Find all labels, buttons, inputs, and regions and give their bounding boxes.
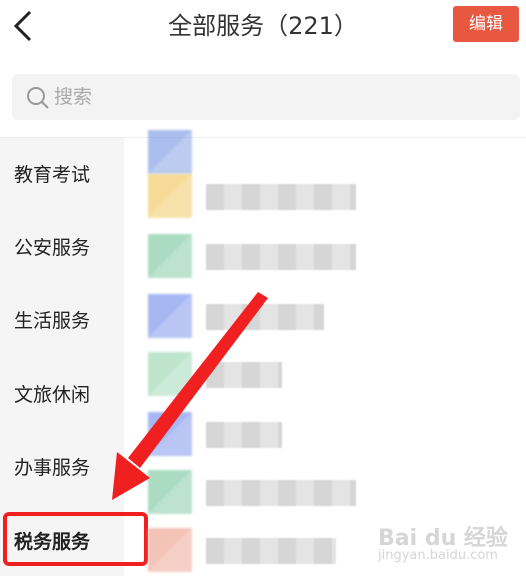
service-icon <box>148 234 192 278</box>
page-title: 全部服务（221） <box>168 12 358 40</box>
service-item[interactable] <box>124 168 526 230</box>
service-name <box>206 422 282 448</box>
service-name <box>206 480 356 506</box>
service-name <box>206 304 324 330</box>
watermark: Bai du 经验 jingyan.baidu.com <box>378 520 508 563</box>
service-item[interactable] <box>124 288 526 350</box>
service-item[interactable] <box>124 346 526 408</box>
sidebar-item-life[interactable]: 生活服务 <box>14 306 124 336</box>
edit-button[interactable]: 编辑 <box>453 6 519 42</box>
service-item[interactable] <box>124 406 526 468</box>
sidebar-item-culture-travel[interactable]: 文旅休闲 <box>14 380 124 410</box>
header: 全部服务（221） 编辑 <box>0 0 526 52</box>
sidebar-item-affairs[interactable]: 办事服务 <box>14 453 124 483</box>
service-name <box>206 538 336 564</box>
search-placeholder: 搜索 <box>54 86 93 108</box>
service-icon <box>148 412 192 456</box>
sidebar-item-education[interactable]: 教育考试 <box>14 160 124 190</box>
category-sidebar <box>0 138 124 576</box>
service-name <box>206 244 356 270</box>
service-icon <box>148 174 192 218</box>
service-name <box>206 184 356 210</box>
service-icon <box>148 528 192 572</box>
service-icon <box>148 470 192 514</box>
service-name <box>206 362 282 388</box>
watermark-url: jingyan.baidu.com <box>378 548 498 563</box>
search-icon <box>27 87 49 109</box>
service-list <box>124 130 526 576</box>
service-icon <box>148 294 192 338</box>
service-item[interactable] <box>124 228 526 290</box>
search-input[interactable]: 搜索 <box>12 74 520 120</box>
service-item[interactable] <box>124 464 526 526</box>
sidebar-item-public-security[interactable]: 公安服务 <box>14 233 124 263</box>
service-icon <box>148 352 192 396</box>
